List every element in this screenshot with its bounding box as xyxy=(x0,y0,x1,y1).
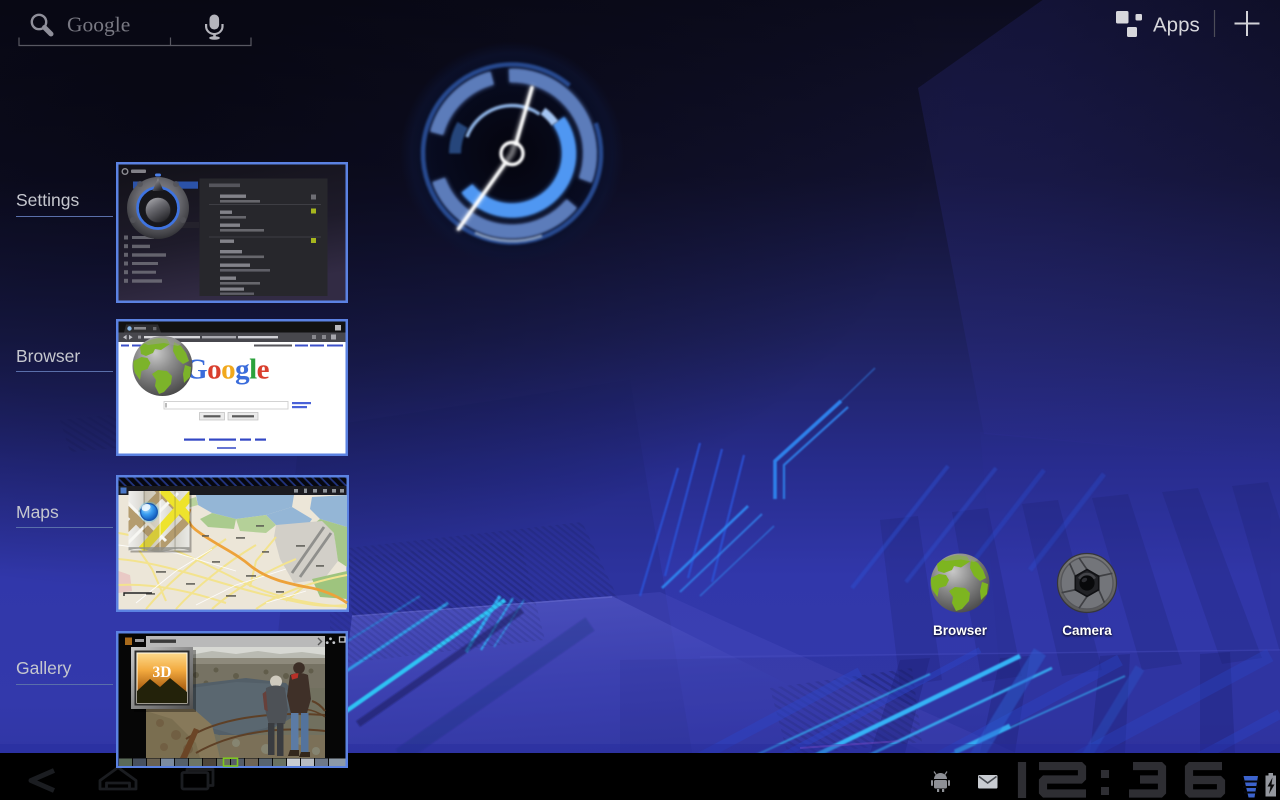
svg-text:Camera: Camera xyxy=(1062,623,1112,638)
svg-text:Browser: Browser xyxy=(933,623,988,638)
svg-text:3D: 3D xyxy=(153,664,172,681)
svg-text:Google: Google xyxy=(67,13,130,37)
svg-text:Google: Google xyxy=(185,354,270,386)
svg-text:Apps: Apps xyxy=(1153,14,1200,37)
